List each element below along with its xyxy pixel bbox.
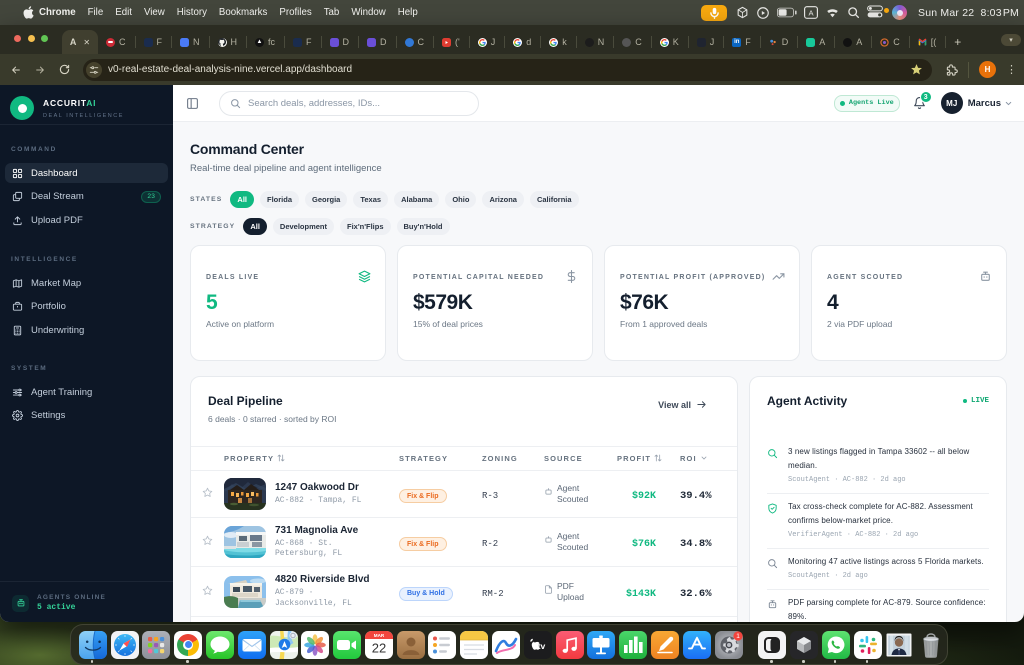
svg-text:A: A: [808, 8, 814, 17]
svg-text:1: 1: [736, 633, 740, 640]
svg-text:22: 22: [372, 640, 386, 655]
svg-text:tv: tv: [538, 641, 546, 651]
svg-text:MAR: MAR: [374, 633, 385, 638]
